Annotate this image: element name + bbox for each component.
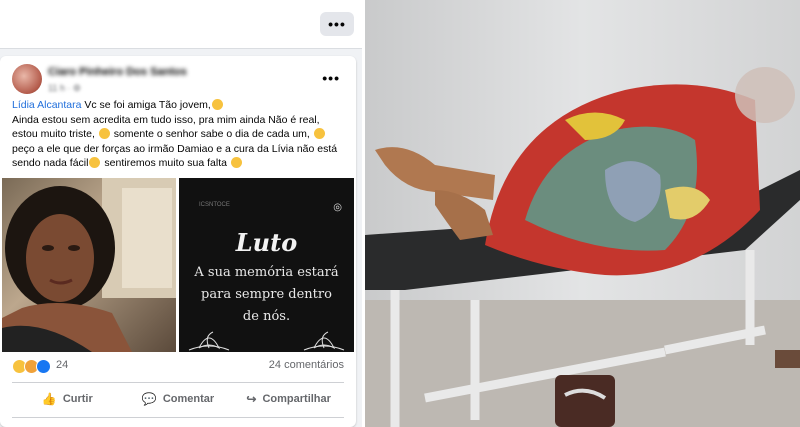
sad-emoji-icon <box>211 99 223 110</box>
hospital-photo <box>365 0 800 427</box>
image-watermark: ICSNTOCE <box>199 202 230 208</box>
like-label: Curtir <box>62 393 93 405</box>
top-bar: ••• <box>0 0 362 49</box>
comment-label: Comentar <box>162 393 215 405</box>
like-button[interactable]: 👍 Curtir <box>12 383 123 415</box>
comment-count[interactable]: 24 comentários <box>269 359 344 371</box>
portrait-photo[interactable] <box>2 178 176 352</box>
post-header: Ciaro Pinheiro Dos Santos 11 h · ⚙ ••• <box>12 64 344 100</box>
comments-preview <box>12 417 344 427</box>
reaction-stats: 24 24 comentários <box>12 357 344 375</box>
image-line-2: para sempre dentro <box>201 287 332 302</box>
mourning-image[interactable]: ICSNTOCE ◎ Luto A sua memória estará par… <box>179 178 354 352</box>
post-more-button[interactable]: ••• <box>322 70 340 86</box>
image-line-1: A sua memória estará <box>194 265 339 280</box>
post-text: Lídia Alcantara Vc se foi amiga Tão jove… <box>12 98 348 171</box>
post-card: Ciaro Pinheiro Dos Santos 11 h · ⚙ ••• L… <box>0 56 356 427</box>
sad-emoji-icon <box>313 128 325 140</box>
post-line-3: somente o senhor sabe o dia de cada um, <box>113 128 310 141</box>
reaction-icons[interactable] <box>12 359 51 374</box>
like-reaction-icon <box>36 359 51 374</box>
facebook-post-screenshot: ••• Ciaro Pinheiro Dos Santos 11 h · ⚙ •… <box>0 0 362 427</box>
post-line-1: Vc se foi amiga Tão jovem, <box>81 99 211 111</box>
flower-decoration <box>188 331 345 351</box>
more-icon: ••• <box>328 16 346 32</box>
comment-icon: 💬 <box>141 392 157 406</box>
post-photos: ICSNTOCE ◎ Luto A sua memória estará par… <box>2 178 354 352</box>
crying-emoji-icon <box>230 157 242 169</box>
post-actions: 👍 Curtir 💬 Comentar ↪ Compartilhar <box>12 382 344 415</box>
avatar[interactable] <box>12 64 42 94</box>
share-button[interactable]: ↪ Compartilhar <box>233 383 344 415</box>
post-line-5: sentiremos muito sua falta <box>104 157 227 170</box>
instagram-icon: ◎ <box>333 202 342 213</box>
author-name[interactable]: Ciaro Pinheiro Dos Santos <box>48 66 187 78</box>
sad-emoji-icon <box>89 157 101 169</box>
comment-button[interactable]: 💬 Comentar <box>123 383 234 415</box>
share-icon: ↪ <box>246 392 257 406</box>
share-label: Compartilhar <box>262 393 331 405</box>
image-title: Luto <box>235 228 298 257</box>
thumb-up-icon: 👍 <box>41 392 57 406</box>
more-options-button[interactable]: ••• <box>320 12 354 36</box>
reaction-count[interactable]: 24 <box>56 359 68 371</box>
post-meta: 11 h · ⚙ <box>48 83 81 93</box>
mention-link[interactable]: Lídia Alcantara <box>12 99 81 111</box>
crying-emoji-icon <box>98 128 110 140</box>
